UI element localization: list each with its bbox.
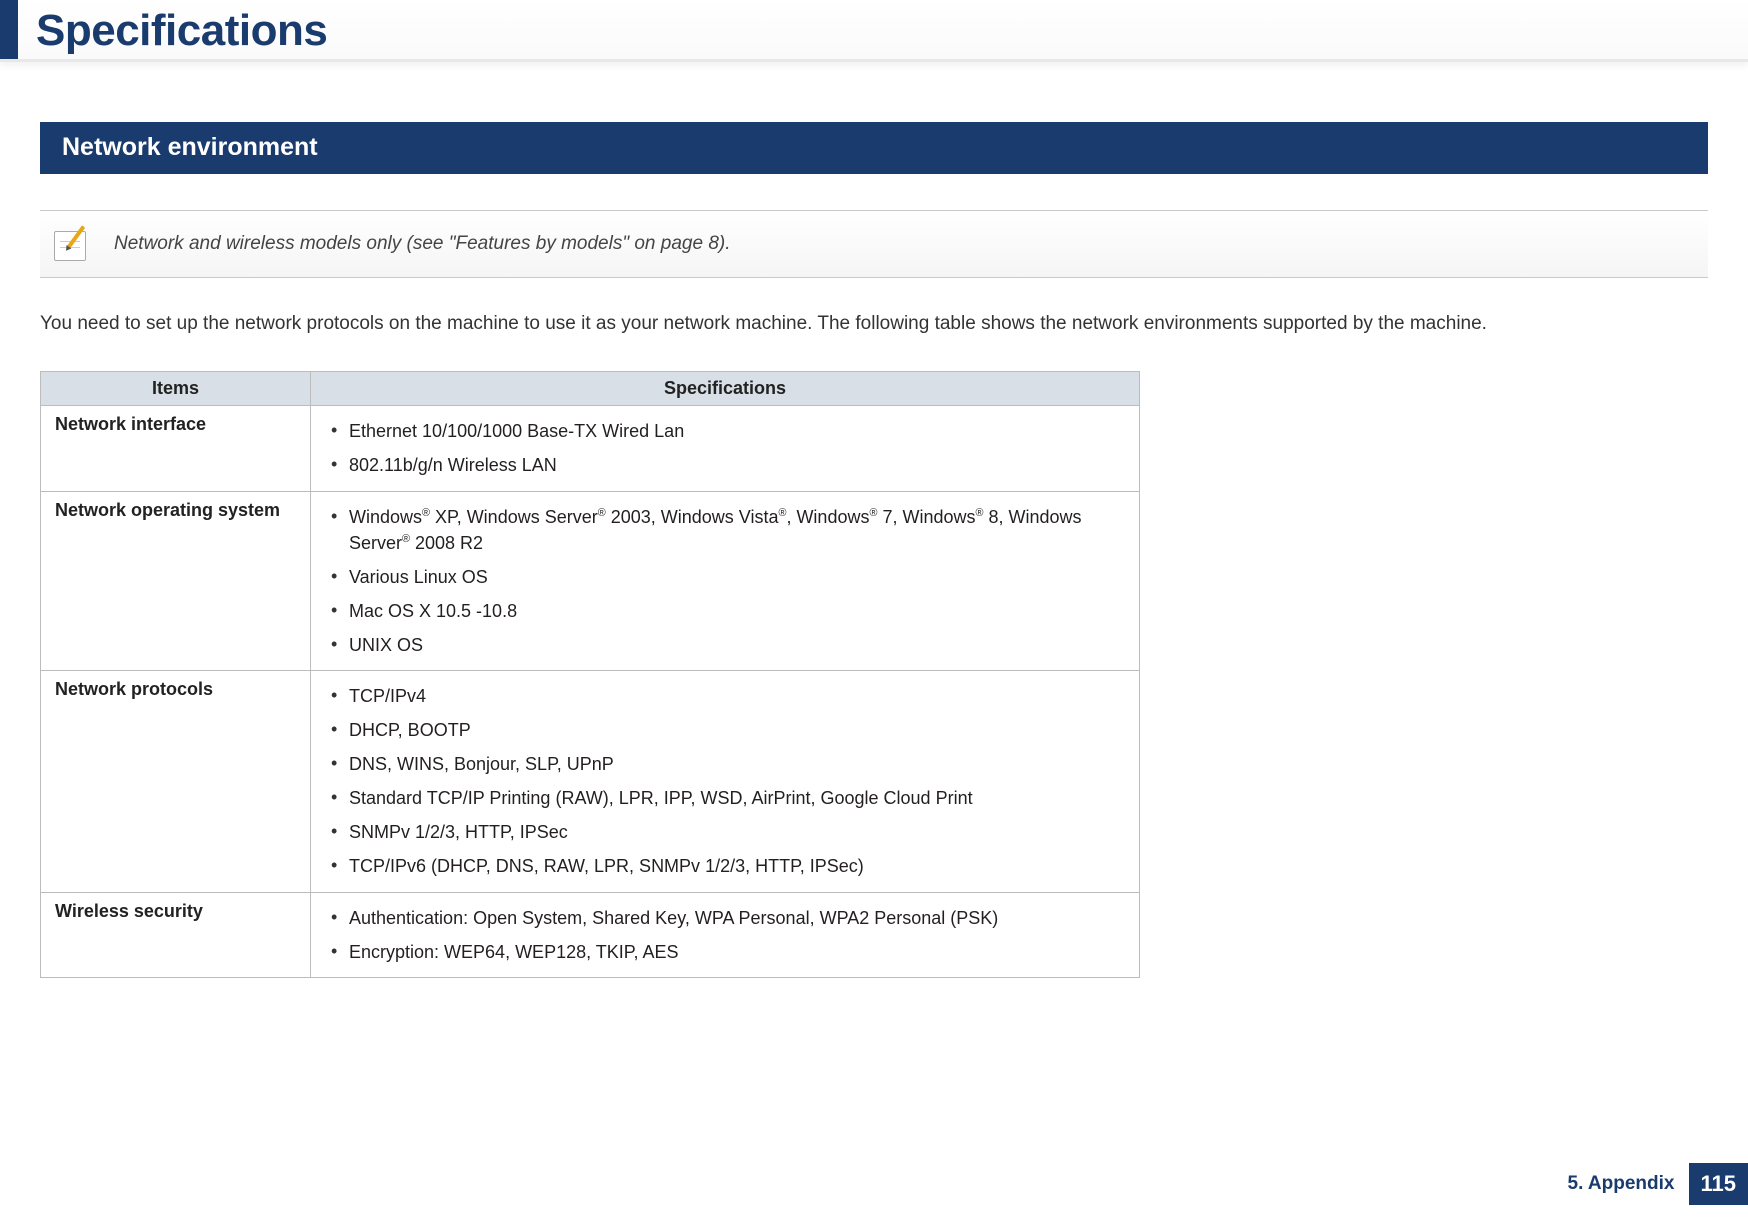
spec-value: DHCP, BOOTP [325, 713, 1125, 747]
spec-item: Wireless security [41, 892, 311, 977]
spec-item: Network interface [41, 406, 311, 491]
note-text: Network and wireless models only (see "F… [114, 233, 731, 255]
spec-value: Standard TCP/IP Printing (RAW), LPR, IPP… [325, 781, 1125, 815]
spec-item: Network operating system [41, 491, 311, 670]
col-header-items: Items [41, 372, 311, 406]
table-row: Network interfaceEthernet 10/100/1000 Ba… [41, 406, 1140, 491]
intro-paragraph: You need to set up the network protocols… [40, 308, 1708, 339]
spec-value: Mac OS X 10.5 -10.8 [325, 594, 1125, 628]
spec-table: Items Specifications Network interfaceEt… [40, 371, 1140, 977]
spec-value: TCP/IPv4 [325, 679, 1125, 713]
table-row: Network protocolsTCP/IPv4DHCP, BOOTPDNS,… [41, 671, 1140, 893]
note-box: Network and wireless models only (see "F… [40, 210, 1708, 278]
spec-value: SNMPv 1/2/3, HTTP, IPSec [325, 815, 1125, 849]
spec-values: Windows® XP, Windows Server® 2003, Windo… [311, 491, 1140, 670]
spec-value: Windows® XP, Windows Server® 2003, Windo… [325, 500, 1125, 560]
note-icon [50, 225, 92, 263]
table-row: Wireless security Authentication: Open Sy… [41, 892, 1140, 977]
spec-values: Authentication: Open System, Shared Key,… [311, 892, 1140, 977]
header-accent [0, 0, 18, 59]
spec-value: 802.11b/g/n Wireless LAN [325, 448, 1125, 482]
spec-value: Encryption: WEP64, WEP128, TKIP, AES [325, 935, 1125, 969]
page-header: Specifications [0, 0, 1748, 62]
spec-value: Authentication: Open System, Shared Key,… [325, 901, 1125, 935]
spec-values: TCP/IPv4DHCP, BOOTPDNS, WINS, Bonjour, S… [311, 671, 1140, 893]
footer-chapter: 5. Appendix [1568, 1163, 1689, 1205]
page-title: Specifications [18, 0, 327, 59]
footer-page-number: 115 [1689, 1163, 1748, 1205]
page-content: Network environment Network and wireless… [0, 62, 1748, 978]
spec-value: TCP/IPv6 (DHCP, DNS, RAW, LPR, SNMPv 1/2… [325, 849, 1125, 883]
spec-value: DNS, WINS, Bonjour, SLP, UPnP [325, 747, 1125, 781]
spec-value: Various Linux OS [325, 560, 1125, 594]
spec-values: Ethernet 10/100/1000 Base-TX Wired Lan80… [311, 406, 1140, 491]
spec-value: Ethernet 10/100/1000 Base-TX Wired Lan [325, 414, 1125, 448]
page-footer: 5. Appendix 115 [1568, 1163, 1748, 1205]
section-header: Network environment [40, 122, 1708, 174]
col-header-specs: Specifications [311, 372, 1140, 406]
spec-item: Network protocols [41, 671, 311, 893]
spec-value: UNIX OS [325, 628, 1125, 662]
table-row: Network operating systemWindows® XP, Win… [41, 491, 1140, 670]
